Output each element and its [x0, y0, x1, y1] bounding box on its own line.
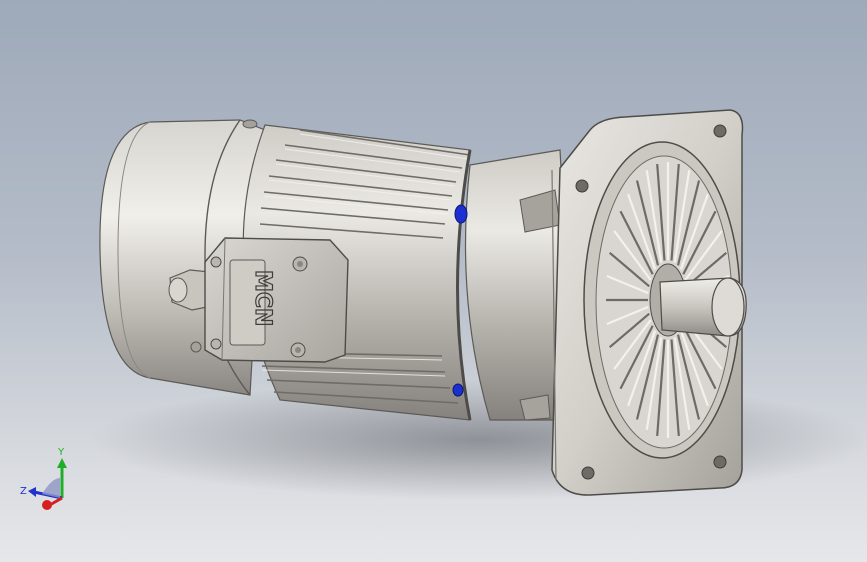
- cad-viewport[interactable]: MCN Y Z: [0, 0, 867, 562]
- bolt-hole-top-right: [713, 124, 727, 138]
- seal-lower: [452, 383, 464, 397]
- triad-z-label: Z: [20, 486, 27, 497]
- nameplate-logo: MCN: [250, 270, 275, 326]
- screw-top-left: [210, 256, 222, 268]
- ground-shadow: [90, 380, 867, 500]
- screw-bottom-left: [210, 338, 222, 350]
- output-shaft[interactable]: [659, 277, 747, 337]
- bolt-hole-top-left: [575, 179, 589, 193]
- bolt-hole-bottom-right: [713, 455, 727, 469]
- triad-x-head: [42, 500, 52, 510]
- triad-y-label: Y: [57, 447, 65, 458]
- seal-upper: [454, 204, 468, 224]
- bolt-hole-bottom-left: [581, 466, 595, 480]
- orientation-triad: Y Z: [20, 447, 67, 510]
- gear-motor-model[interactable]: MCN Y Z: [0, 0, 867, 562]
- terminal-box[interactable]: MCN: [204, 237, 349, 363]
